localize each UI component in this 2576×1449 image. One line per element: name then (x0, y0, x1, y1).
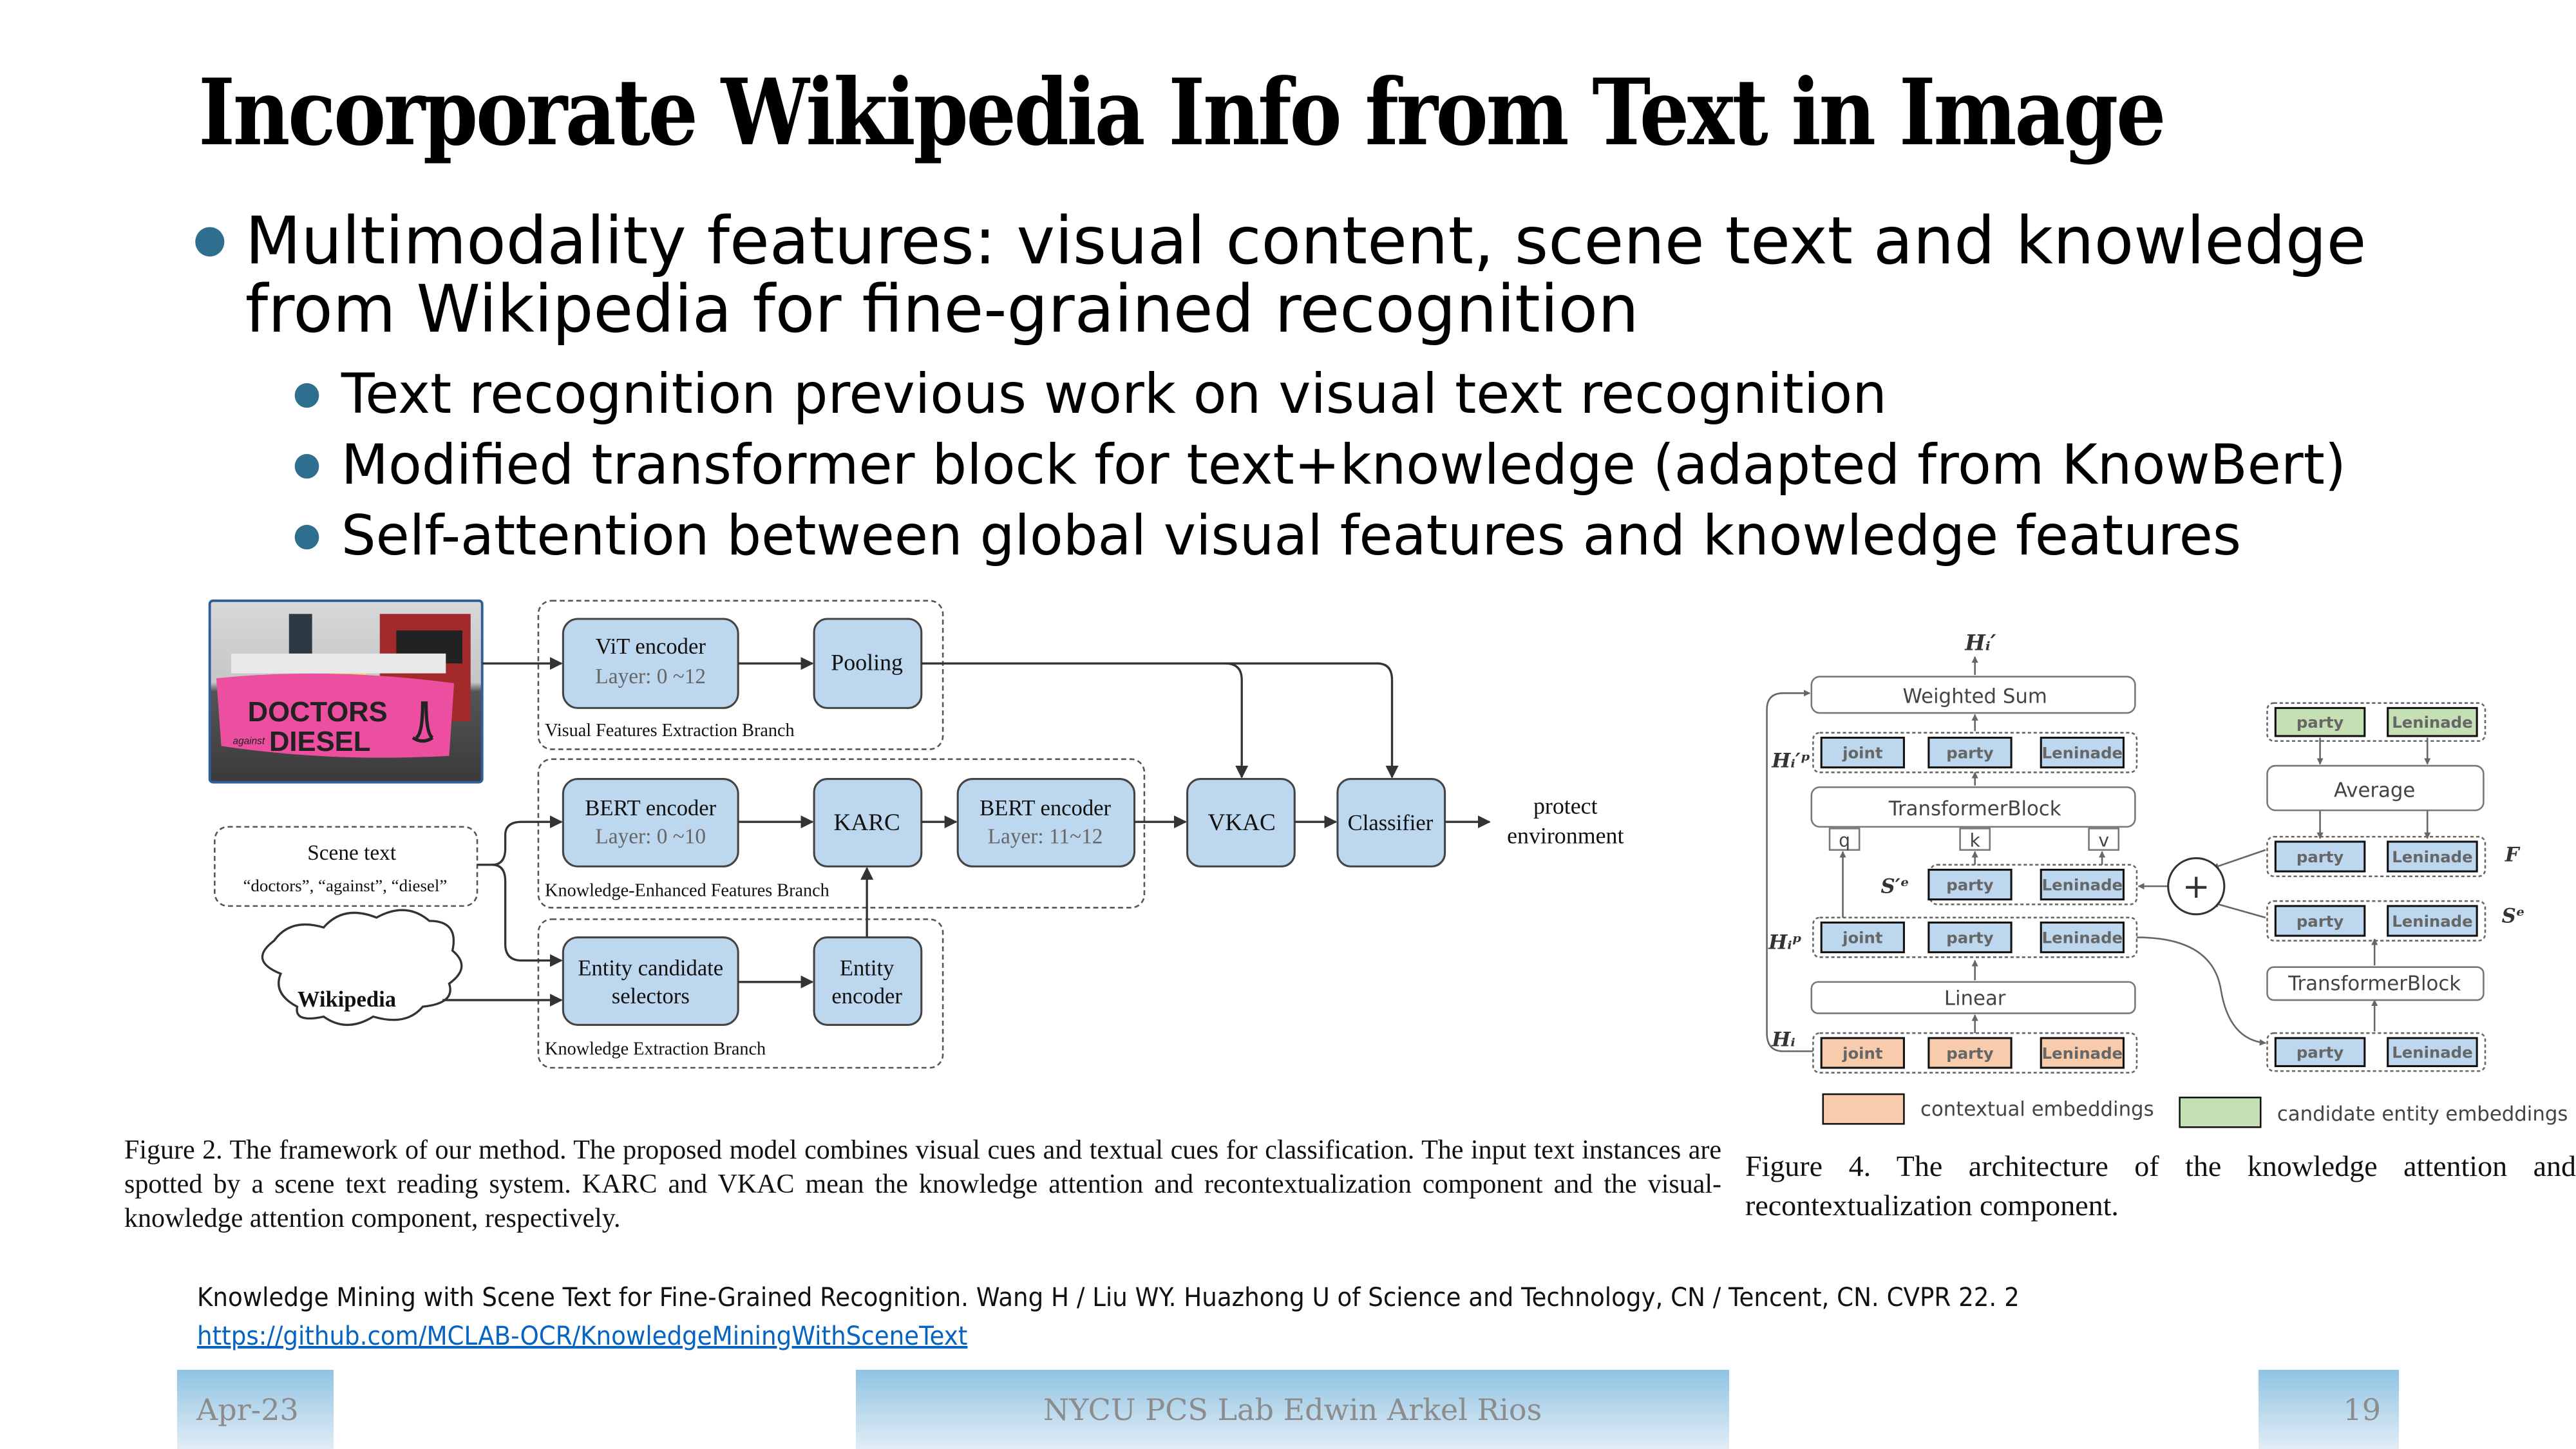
output-label-line1: protect (1533, 793, 1598, 819)
token-label: party (2297, 848, 2344, 866)
banner-text-against: against (233, 736, 265, 747)
vkac-label: VKAC (1208, 810, 1276, 836)
transformer-block-right-label: TransformerBlock (2287, 972, 2461, 996)
s-e-label: Sᵉ (2502, 905, 2525, 928)
knowledge-extraction-branch-label: Knowledge Extraction Branch (545, 1039, 766, 1059)
h-ip-label: Hᵢᵖ (1768, 931, 1802, 954)
weighted-sum-label: Weighted Sum (1902, 685, 2047, 708)
entity-encoder-box (813, 936, 923, 1026)
s-e-tokens: party Leninade (2274, 905, 2478, 937)
token-label: party (1946, 744, 1994, 762)
h-i-tokens: joint party Leninade (1820, 1037, 2125, 1069)
banner-text-diesel: DIESEL (269, 726, 370, 757)
entity-encoder-line2: encoder (831, 984, 902, 1009)
h-ip-prime-label: Hᵢ′ᵖ (1771, 750, 1810, 773)
s-prime-e-label: S′ᵉ (1881, 875, 1909, 898)
reference-citation: Knowledge Mining with Scene Text for Fin… (197, 1283, 2020, 1312)
f-tokens: party Leninade (2274, 840, 2478, 873)
knowledge-enhanced-branch-label: Knowledge-Enhanced Features Branch (545, 881, 829, 901)
token-label: party (1946, 1044, 1994, 1063)
entity-selectors-line1: Entity candidate (578, 956, 723, 981)
protest-photo: DOCTORS against DIESEL (208, 599, 484, 784)
entity-selectors-box (562, 936, 739, 1026)
figure-4-caption: Figure 4. The architecture of the knowle… (1745, 1150, 2576, 1222)
legend-label-contextual: contextual embeddings (1920, 1097, 2154, 1121)
footer-date-text: Apr-23 (196, 1392, 299, 1427)
h-i-label: Hᵢ (1771, 1028, 1795, 1052)
candidate-tokens: party Leninade (2274, 706, 2478, 737)
github-link[interactable]: https://github.com/MCLAB-OCR/KnowledgeMi… (197, 1321, 967, 1351)
figure-2-caption: Figure 2. The framework of our method. T… (124, 1135, 1721, 1233)
token-label: Leninade (2392, 1043, 2472, 1062)
q-label: q (1839, 830, 1850, 851)
bert-encoder-2-layers: Layer: 11~12 (988, 825, 1103, 849)
entity-encoder-line1: Entity (840, 956, 895, 981)
f-label: F (2505, 844, 2521, 867)
token-label: party (2297, 713, 2344, 732)
v-label: v (2098, 830, 2109, 851)
classifier-label: Classifier (1348, 811, 1434, 835)
entity-selectors-line2: selectors (612, 984, 690, 1009)
footer-center: NYCU PCS Lab Edwin Arkel Rios (856, 1370, 1729, 1449)
bottom-right-tokens: party Leninade (2274, 1037, 2478, 1068)
scene-text-title: Scene text (307, 841, 397, 865)
average-label: Average (2334, 779, 2415, 802)
bert-encoder-1-title: BERT encoder (585, 796, 716, 820)
figure-2: DOCTORS against DIESEL Visual Features E… (208, 599, 1624, 1069)
vit-encoder-title: ViT encoder (596, 634, 706, 659)
h-i-prime-label: Hᵢ′ (1964, 630, 1996, 656)
token-label: party (2297, 1043, 2344, 1062)
token-label: Leninade (2392, 848, 2472, 866)
token-label: joint (1842, 1044, 1883, 1063)
legend-label-candidate: candidate entity embeddings (2277, 1103, 2568, 1126)
footer-page-number-text: 19 (2343, 1392, 2381, 1427)
bert-encoder-2-title: BERT encoder (980, 796, 1111, 820)
token-label: Leninade (2392, 713, 2472, 732)
karc-label: KARC (834, 810, 900, 836)
legend-swatch-contextual (1822, 1093, 1905, 1125)
pooling-label: Pooling (831, 649, 903, 675)
footer-date: Apr-23 (177, 1370, 334, 1449)
token-label: party (2297, 912, 2344, 931)
banner-text-doctors: DOCTORS (248, 697, 388, 728)
footer-center-text: NYCU PCS Lab Edwin Arkel Rios (1043, 1392, 1542, 1427)
token-label: party (1946, 929, 1994, 947)
bert-encoder-1-box (562, 778, 739, 867)
plus-symbol: + (2183, 867, 2210, 906)
token-label: Leninade (2042, 929, 2123, 947)
footer-page-number: 19 (2259, 1370, 2399, 1449)
scene-text-words: “doctors”, “against”, “diesel” (243, 876, 447, 895)
k-label: k (1970, 830, 1981, 851)
bert-encoder-2-box (956, 778, 1136, 867)
bert-encoder-1-layers: Layer: 0 ~10 (595, 825, 706, 849)
token-label: joint (1842, 929, 1883, 947)
linear-label: Linear (1944, 987, 2006, 1010)
visual-branch-label: Visual Features Extraction Branch (545, 721, 794, 741)
h-ip-tokens: joint party Leninade (1820, 921, 2125, 954)
token-label: joint (1842, 744, 1883, 762)
transformer-block-left-label: TransformerBlock (1888, 797, 2061, 820)
token-label: party (1946, 876, 1994, 895)
vit-encoder-box (562, 618, 739, 709)
vit-encoder-layers: Layer: 0 ~12 (595, 665, 706, 688)
token-label: Leninade (2042, 876, 2123, 895)
token-label: Leninade (2042, 744, 2123, 762)
s-prime-e-tokens: party Leninade (1927, 868, 2125, 901)
h-ip-prime-tokens: joint party Leninade (1820, 736, 2125, 769)
token-label: Leninade (2042, 1044, 2123, 1063)
output-label-line2: environment (1507, 823, 1624, 849)
figure-4: Hᵢ′ Weighted Sum Hᵢ′ᵖ joint party Leninade… (1766, 630, 2568, 1128)
legend-swatch-candidate (2179, 1096, 2262, 1128)
wikipedia-label: Wikipedia (298, 987, 396, 1012)
token-label: Leninade (2392, 912, 2472, 931)
slide: Incorporate Wikipedia Info from Text in … (0, 0, 2576, 1449)
